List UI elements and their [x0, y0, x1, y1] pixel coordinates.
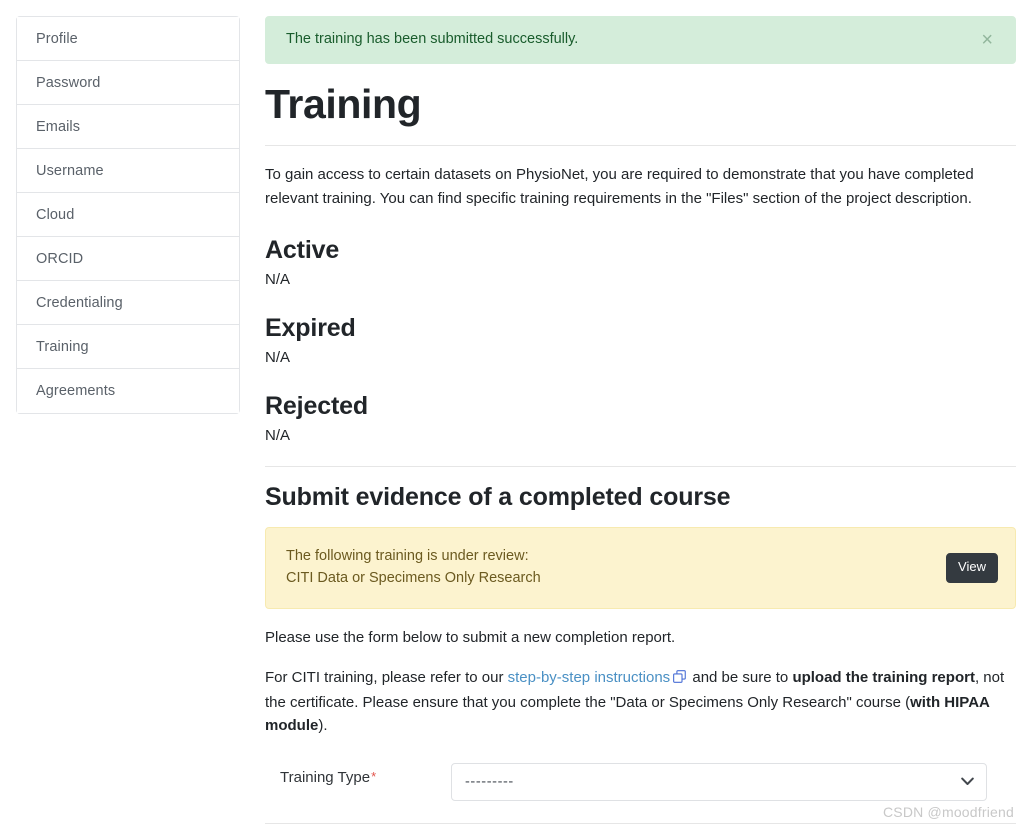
training-type-label-text: Training Type [280, 769, 371, 787]
training-type-select[interactable]: --------- [451, 763, 987, 802]
settings-sidebar: Profile Password Emails Username Cloud O… [16, 16, 240, 414]
sidebar-item-profile[interactable]: Profile [17, 17, 239, 61]
under-review-line-1: The following training is under review: [286, 547, 529, 564]
sidebar-item-agreements[interactable]: Agreements [17, 369, 239, 413]
training-type-label: Training Type* [265, 763, 451, 786]
sidebar-item-label: Credentialing [36, 294, 123, 311]
step-by-step-instructions-link[interactable]: step-by-step instructions [508, 669, 671, 686]
sidebar-item-username[interactable]: Username [17, 149, 239, 193]
submit-evidence-heading: Submit evidence of a completed course [265, 482, 731, 511]
watermark: CSDN @moodfriend [882, 804, 1014, 820]
sidebar-item-password[interactable]: Password [17, 61, 239, 105]
section-heading-rejected: Rejected [265, 391, 369, 420]
section-heading-active: Active [265, 235, 340, 264]
expired-value: N/A [265, 348, 291, 366]
form-intro-paragraph: Please use the form below to submit a ne… [265, 628, 676, 646]
form-divider [265, 823, 1016, 825]
section-divider [265, 465, 1016, 467]
sidebar-item-label: Password [36, 74, 101, 91]
sidebar-item-credentialing[interactable]: Credentialing [17, 281, 239, 325]
sidebar-item-label: Emails [36, 118, 81, 135]
title-divider [265, 145, 1016, 147]
success-alert: The training has been submitted successf… [265, 16, 1016, 64]
sidebar-item-cloud[interactable]: Cloud [17, 193, 239, 237]
citi-note-part4: ). [318, 717, 328, 735]
sidebar-item-label: Profile [36, 30, 78, 47]
sidebar-item-label: Username [36, 162, 104, 179]
training-settings-page: Profile Password Emails Username Cloud O… [0, 0, 1032, 826]
under-review-course-name: CITI Data or Specimens Only Research [286, 570, 541, 587]
training-type-select-wrapper: --------- [451, 763, 987, 802]
required-marker: * [371, 769, 377, 785]
sidebar-item-training[interactable]: Training [17, 325, 239, 369]
page-title: Training [265, 81, 422, 127]
sidebar-item-emails[interactable]: Emails [17, 105, 239, 149]
sidebar-item-label: Agreements [36, 383, 116, 399]
sidebar-item-label: Cloud [36, 206, 75, 223]
active-value: N/A [265, 270, 291, 288]
close-icon[interactable]: × [973, 26, 1001, 54]
intro-paragraph: To gain access to certain datasets on Ph… [265, 166, 974, 207]
success-alert-message: The training has been submitted successf… [286, 31, 579, 48]
view-training-button[interactable]: View [946, 552, 998, 583]
citi-note-paragraph: For CITI training, please refer to our s… [265, 666, 1016, 737]
external-link-icon [673, 667, 687, 690]
citi-note-bold-1: upload the training report [792, 669, 975, 687]
citi-note-part2: and be sure to [688, 669, 793, 687]
training-type-form-row: Training Type* --------- [265, 763, 1016, 802]
sidebar-item-label: Training [36, 338, 89, 355]
main-content: The training has been submitted successf… [265, 16, 1016, 826]
citi-note-part1: For CITI training, please refer to our [265, 669, 508, 687]
rejected-value: N/A [265, 426, 291, 444]
sidebar-item-label: ORCID [36, 250, 84, 267]
under-review-notice: The following training is under review: … [265, 526, 1016, 609]
sidebar-item-orcid[interactable]: ORCID [17, 237, 239, 281]
section-heading-expired: Expired [265, 313, 356, 342]
